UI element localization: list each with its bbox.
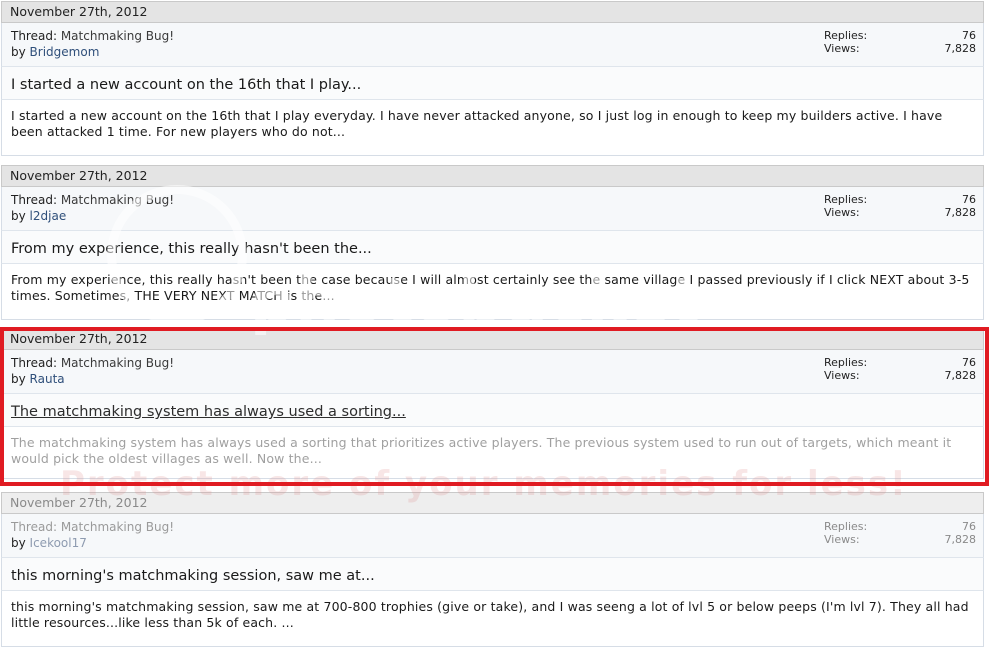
by-prefix: by [11, 372, 30, 386]
post-snippet: this morning's matchmaking session, saw … [1, 591, 984, 647]
post-snippet: The matchmaking system has always used a… [1, 427, 984, 479]
post-date: November 27th, 2012 [1, 165, 984, 187]
thread-prefix: Thread: [11, 356, 61, 370]
replies-count: 76 [962, 193, 976, 206]
thread-prefix: Thread: [11, 29, 61, 43]
thread-info-row: Thread: Matchmaking Bug! by Rauta Replie… [1, 350, 984, 394]
author-link[interactable]: Icekool17 [30, 536, 87, 550]
post-date: November 27th, 2012 [1, 492, 984, 514]
thread-info-row: Thread: Matchmaking Bug! by Icekool17 Re… [1, 514, 984, 558]
post-title-row: this morning's matchmaking session, saw … [1, 558, 984, 591]
replies-count: 76 [962, 356, 976, 369]
replies-count: 76 [962, 29, 976, 42]
thread-prefix: Thread: [11, 193, 61, 207]
thread-link[interactable]: Matchmaking Bug! [61, 356, 174, 370]
thread-link[interactable]: Matchmaking Bug! [61, 520, 174, 534]
thread-stats: Replies: 76 Views: 7,828 [824, 193, 976, 219]
result-post: November 27th, 2012 Thread: Matchmaking … [1, 492, 984, 647]
thread-link[interactable]: Matchmaking Bug! [61, 193, 174, 207]
by-prefix: by [11, 536, 30, 550]
result-post-highlighted: November 27th, 2012 Thread: Matchmaking … [1, 328, 984, 479]
post-snippet: I started a new account on the 16th that… [1, 100, 984, 156]
post-title-link[interactable]: I started a new account on the 16th that… [11, 77, 361, 93]
post-date: November 27th, 2012 [1, 328, 984, 350]
search-results: November 27th, 2012 Thread: Matchmaking … [0, 0, 989, 649]
views-label: Views: [824, 42, 860, 55]
thread-info-row: Thread: Matchmaking Bug! by l2djae Repli… [1, 187, 984, 231]
author-link[interactable]: l2djae [30, 209, 67, 223]
result-post: November 27th, 2012 Thread: Matchmaking … [1, 1, 984, 156]
views-count: 7,828 [944, 206, 977, 219]
by-prefix: by [11, 209, 30, 223]
author-link[interactable]: Bridgemom [30, 45, 100, 59]
replies-label: Replies: [824, 356, 868, 369]
author-link[interactable]: Rauta [30, 372, 65, 386]
post-title-link[interactable]: The matchmaking system has always used a… [11, 404, 406, 420]
thread-stats: Replies: 76 Views: 7,828 [824, 356, 976, 382]
post-snippet: From my experience, this really hasn't b… [1, 264, 984, 320]
thread-stats: Replies: 76 Views: 7,828 [824, 29, 976, 55]
post-date: November 27th, 2012 [1, 1, 984, 23]
thread-info-row: Thread: Matchmaking Bug! by Bridgemom Re… [1, 23, 984, 67]
views-label: Views: [824, 369, 860, 382]
by-prefix: by [11, 45, 30, 59]
replies-label: Replies: [824, 29, 868, 42]
replies-label: Replies: [824, 520, 868, 533]
post-title-row: From my experience, this really hasn't b… [1, 231, 984, 264]
post-title-row: I started a new account on the 16th that… [1, 67, 984, 100]
thread-prefix: Thread: [11, 520, 61, 534]
replies-label: Replies: [824, 193, 868, 206]
post-title-row: The matchmaking system has always used a… [1, 394, 984, 427]
result-post: November 27th, 2012 Thread: Matchmaking … [1, 165, 984, 320]
views-label: Views: [824, 533, 860, 546]
thread-link[interactable]: Matchmaking Bug! [61, 29, 174, 43]
views-count: 7,828 [944, 42, 977, 55]
thread-stats: Replies: 76 Views: 7,828 [824, 520, 976, 546]
views-count: 7,828 [944, 369, 977, 382]
post-title-link[interactable]: From my experience, this really hasn't b… [11, 241, 372, 257]
replies-count: 76 [962, 520, 976, 533]
views-count: 7,828 [944, 533, 977, 546]
post-title-link[interactable]: this morning's matchmaking session, saw … [11, 568, 375, 584]
views-label: Views: [824, 206, 860, 219]
